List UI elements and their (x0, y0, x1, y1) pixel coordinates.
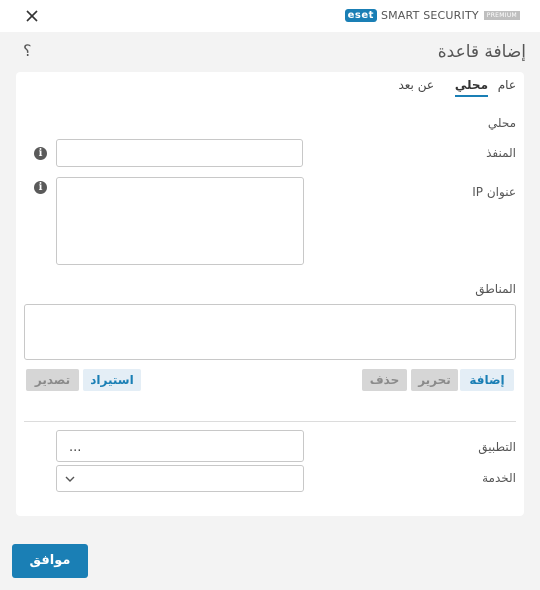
rule-panel: عام محلي عن بعد محلي المنفذ i عنوان IP i… (16, 72, 524, 516)
ip-address-label: عنوان IP (472, 185, 516, 199)
brand-edition: PREMIUM (483, 11, 520, 20)
eset-logo: eset (344, 9, 377, 22)
ip-address-info-icon[interactable]: i (34, 181, 47, 194)
port-info-icon[interactable]: i (34, 147, 47, 160)
add-zone-button[interactable]: إضافة (460, 369, 514, 391)
brand-name: SMART SECURITY (380, 9, 479, 22)
chevron-down-icon (65, 476, 75, 482)
tab-remote[interactable]: عن بعد (398, 78, 434, 95)
port-label: المنفذ (486, 146, 516, 160)
service-dropdown[interactable] (56, 465, 304, 492)
ip-address-textarea[interactable] (56, 177, 304, 265)
export-zones-button[interactable]: تصدير (26, 369, 79, 391)
page-title: إضافة قاعدة (437, 42, 526, 62)
brand: eset SMART SECURITY PREMIUM (344, 9, 520, 22)
section-local-heading: محلي (487, 116, 516, 130)
title-bar: eset SMART SECURITY PREMIUM (0, 0, 540, 32)
zones-list[interactable] (24, 304, 516, 360)
close-button[interactable] (22, 6, 42, 26)
application-label: التطبيق (478, 440, 516, 454)
ok-button[interactable]: موافق (12, 544, 88, 578)
application-picker-value: ... (69, 440, 82, 455)
application-picker[interactable]: ... (56, 430, 304, 462)
section-divider (24, 421, 516, 422)
close-icon (26, 10, 38, 22)
port-input[interactable] (56, 139, 303, 167)
import-zones-button[interactable]: استيراد (83, 369, 141, 391)
tab-general[interactable]: عام (498, 78, 516, 95)
delete-zone-button[interactable]: حذف (362, 369, 407, 391)
tab-local[interactable]: محلي (454, 78, 488, 97)
service-label: الخدمة (482, 471, 516, 485)
zones-label: المناطق (475, 282, 516, 296)
help-icon[interactable]: ؟ (23, 41, 32, 60)
edit-zone-button[interactable]: تحرير (411, 369, 458, 391)
